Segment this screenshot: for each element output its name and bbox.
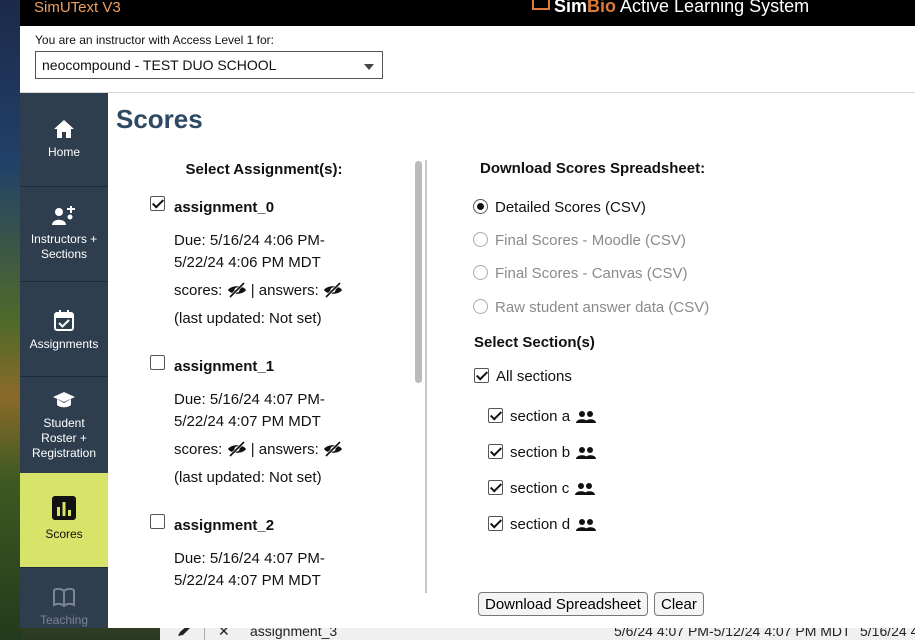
simbio-logo-icon	[532, 0, 550, 10]
radio-canvas-scores: Final Scores - Canvas (CSV)	[473, 265, 688, 282]
calendar-check-icon	[54, 310, 74, 331]
radio-button	[473, 232, 488, 247]
brand-logo: SimBio Active Learning System	[532, 0, 809, 17]
radio-button[interactable]	[473, 199, 488, 214]
assignment-last-updated: (last updated: Not set)	[174, 310, 322, 327]
eye-off-icon[interactable]	[227, 282, 247, 298]
assignment-list: Select Assignment(s): assignment_0 Due: …	[130, 160, 408, 593]
assignment-due-end: 5/22/24 4:07 PM MDT	[174, 413, 321, 430]
assignment-due-start: Due: 5/16/24 4:06 PM-	[174, 232, 325, 249]
sidebar-item-assignments[interactable]: Assignments	[20, 283, 108, 377]
section-checkbox-a[interactable]: section a	[488, 408, 597, 425]
instructors-icon	[52, 206, 75, 225]
people-icon	[576, 519, 597, 531]
eye-off-icon[interactable]	[323, 282, 343, 298]
checkbox[interactable]	[488, 444, 503, 459]
desktop-background	[0, 0, 22, 640]
sidebar-item-label: Student Roster + Registration	[31, 416, 97, 460]
home-icon	[54, 120, 74, 138]
sidebar-item-label: Instructors + Sections	[30, 232, 98, 261]
book-icon	[53, 587, 75, 607]
radio-raw-answer-data: Raw student answer data (CSV)	[473, 299, 709, 316]
checkbox[interactable]	[488, 516, 503, 531]
sidebar-item-home[interactable]: Home	[20, 93, 108, 187]
chevron-down-icon	[364, 64, 374, 70]
eye-off-icon[interactable]	[227, 441, 247, 457]
school-select[interactable]: neocompound - TEST DUO SCHOOL	[35, 51, 383, 79]
assignment-due-end: 5/22/24 4:06 PM MDT	[174, 254, 321, 271]
scrollbar-thumb[interactable]	[415, 161, 422, 383]
assignment-visibility: scores: | answers:	[174, 282, 343, 299]
assignment-visibility: scores: | answers:	[174, 441, 343, 458]
access-label: You are an instructor with Access Level …	[35, 33, 275, 47]
radio-button	[473, 299, 488, 314]
assignment-last-updated: (last updated: Not set)	[174, 469, 322, 486]
section-checkbox-c[interactable]: section c	[488, 480, 596, 497]
checkbox[interactable]	[488, 480, 503, 495]
assignment-name: assignment_0	[174, 199, 275, 216]
access-bar: You are an instructor with Access Level …	[20, 26, 915, 93]
section-checkbox-d[interactable]: section d	[488, 516, 597, 533]
radio-button	[473, 265, 488, 280]
download-heading: Download Scores Spreadsheet:	[480, 160, 706, 177]
download-spreadsheet-button[interactable]: Download Spreadsheet	[478, 592, 648, 616]
assignment-due-start: Due: 5/16/24 4:07 PM-	[174, 391, 325, 408]
sidebar-item-roster[interactable]: Student Roster + Registration	[20, 378, 108, 482]
assignment-list-heading: Select Assignment(s):	[185, 161, 343, 178]
all-sections-checkbox[interactable]: All sections	[474, 368, 572, 385]
assignment-checkbox[interactable]	[150, 196, 165, 211]
assignment-name: assignment_2	[174, 517, 275, 534]
people-icon	[576, 447, 597, 459]
top-bar: SimUText V3 SimBio Active Learning Syste…	[20, 0, 915, 26]
assignment-checkbox[interactable]	[150, 514, 165, 529]
bar-chart-icon	[52, 496, 76, 520]
assignment-checkbox[interactable]	[150, 355, 165, 370]
sidebar-item-instructors[interactable]: Instructors + Sections	[20, 188, 108, 282]
people-icon	[575, 483, 596, 495]
app-window: SimUText V3 SimBio Active Learning Syste…	[20, 0, 915, 628]
sidebar-item-label: Scores	[45, 527, 83, 541]
school-select-value: neocompound - TEST DUO SCHOOL	[42, 57, 277, 73]
app-title: SimUText V3	[34, 0, 121, 16]
sidebar-item-label: Teaching	[39, 613, 89, 627]
graduation-cap-icon	[53, 392, 75, 408]
radio-detailed-scores[interactable]: Detailed Scores (CSV)	[473, 199, 646, 216]
assignment-name: assignment_1	[174, 358, 275, 375]
people-icon	[576, 411, 597, 423]
assignment-due-start: Due: 5/16/24 4:07 PM-	[174, 550, 325, 567]
sections-heading: Select Section(s)	[474, 334, 595, 351]
page-title: Scores	[116, 104, 203, 134]
sidebar-item-label: Assignments	[29, 337, 99, 351]
sidebar: Home Instructors + Sections Assignments …	[20, 93, 108, 628]
checkbox[interactable]	[488, 408, 503, 423]
sidebar-item-teaching[interactable]: Teaching	[20, 569, 108, 628]
checkbox[interactable]	[474, 368, 489, 383]
eye-off-icon[interactable]	[323, 441, 343, 457]
sidebar-item-scores[interactable]: Scores	[20, 473, 108, 568]
sidebar-item-label: Home	[47, 145, 80, 159]
assignment-scrollbar[interactable]	[413, 160, 427, 593]
radio-moodle-scores: Final Scores - Moodle (CSV)	[473, 232, 686, 249]
section-checkbox-b[interactable]: section b	[488, 444, 597, 461]
assignment-due-end: 5/22/24 4:07 PM MDT	[174, 572, 321, 589]
clear-button[interactable]: Clear	[654, 592, 704, 616]
